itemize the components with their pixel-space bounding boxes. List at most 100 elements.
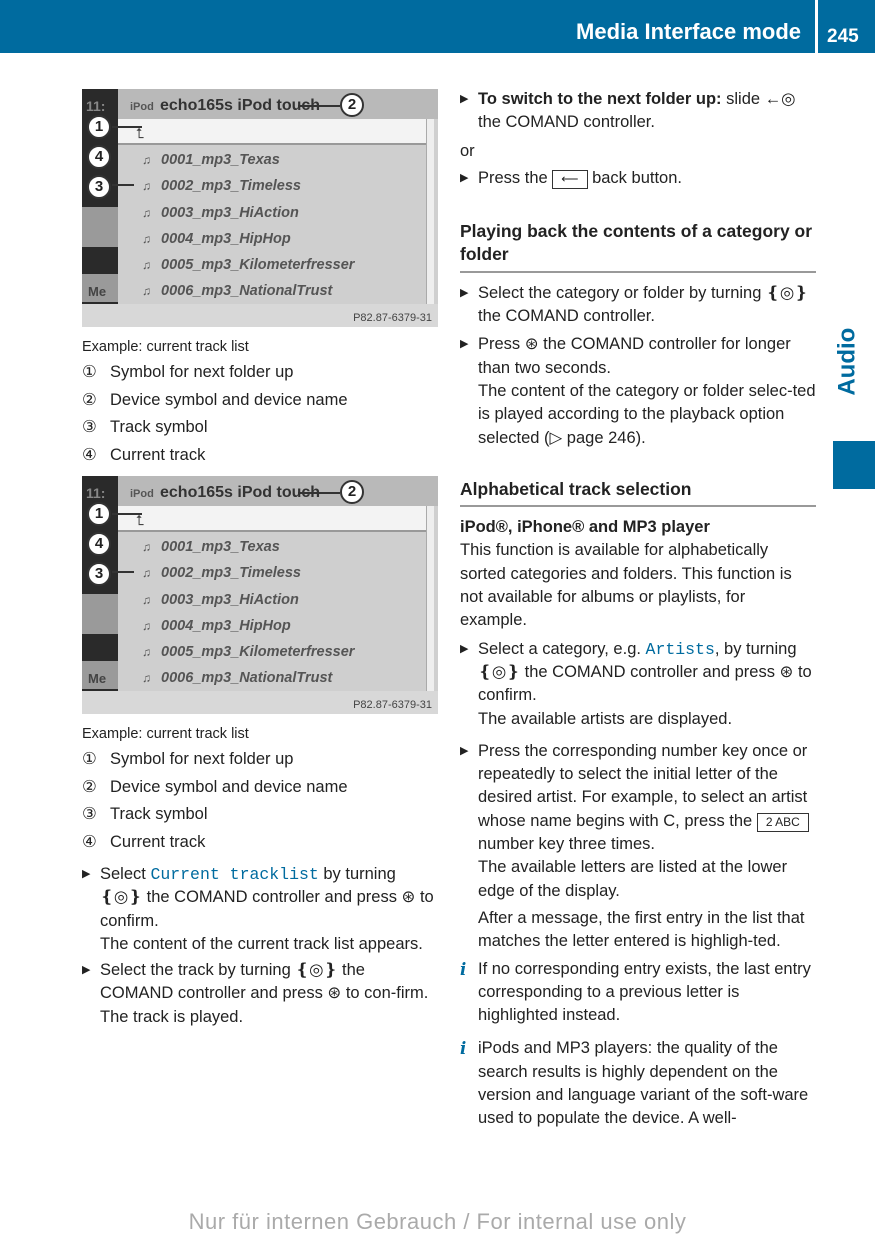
track-item: ♫ 0003_mp3_HiAction — [118, 199, 426, 225]
legend-item: ① Symbol for next folder up — [82, 748, 438, 776]
info-icon: i — [460, 1039, 467, 1059]
figure-element: 0005_mp3_Kilometerfresser — [161, 644, 355, 661]
back-key-icon: ⟵ — [552, 169, 588, 189]
figure-element: 0002_mp3_Timeless — [161, 565, 302, 582]
track-item: ♫ 0006_mp3_NationalTrust — [118, 664, 426, 690]
number-key-2-icon: 2 ABC — [756, 812, 809, 832]
step-back-button: Press the ⟵ back button. — [460, 167, 816, 191]
device-name: iPod echo165s iPod touch — [118, 476, 438, 506]
music-note-icon: ♫ — [142, 231, 151, 246]
figure-element: ② — [82, 390, 97, 409]
figure-element: Device symbol and device name — [110, 390, 348, 409]
heading-playing-back: Playing back the contents of a category … — [460, 220, 816, 273]
figure-element: 0001_mp3_Texas — [161, 152, 280, 168]
scrollbar — [426, 506, 434, 691]
callout-4: 4 — [87, 145, 111, 169]
figure-element: ③ — [82, 418, 97, 437]
folder-up-symbol: ⮤ — [118, 119, 426, 145]
info-note-1: i If no corresponding entry exists, the l… — [460, 959, 811, 1025]
figure-element: ② — [82, 777, 97, 796]
scrollbar — [426, 119, 434, 304]
figure-element: ♫ 0001_mp3_Texas ♫ 0002_mp3_Timeless ♫ 0003_m… — [118, 533, 426, 691]
music-note-icon: ♫ — [142, 566, 151, 581]
figure-element — [82, 594, 118, 634]
figure-element — [112, 184, 134, 186]
music-note-icon: ♫ — [142, 645, 151, 660]
music-note-icon: ♫ — [142, 284, 151, 299]
callout-3: 3 — [87, 562, 111, 586]
figure-element: Me — [82, 274, 118, 302]
track-item: ♫ 0002_mp3_Timeless — [118, 172, 426, 198]
page-header: Media Interface mode 245 — [0, 0, 875, 53]
figure-element — [298, 105, 340, 107]
figure-element: echo165s iPod touch — [160, 97, 321, 114]
figure-caption: Example: current track list — [82, 339, 249, 355]
figure-element: Track symbol — [110, 805, 208, 824]
legend-item: ③ Track symbol — [82, 803, 438, 831]
step-folder-up: To switch to the next folder up: slide ←… — [460, 88, 816, 135]
step-press-long: Press ⊛ the COMAND controller for longer… — [460, 333, 816, 449]
callout-4: 4 — [87, 532, 111, 556]
figure-element: ① Symbol for next folder up ② Device symbol… — [82, 361, 438, 471]
folder-up-symbol: ⮤ — [118, 506, 426, 532]
figure-element: 11: — [86, 485, 106, 501]
figure-element: Symbol for next folder up — [110, 363, 294, 382]
device-name: iPod echo165s iPod touch — [118, 89, 438, 119]
intro-paragraph: This function is available for alphabeti… — [460, 541, 792, 630]
figure-caption: Example: current track list — [82, 726, 249, 742]
watermark: Nur für internen Gebrauch / For internal… — [188, 1209, 687, 1234]
callout-2: 2 — [340, 480, 364, 504]
music-note-icon: ♫ — [142, 592, 151, 607]
figure-element: ④ — [82, 833, 97, 852]
figure-element — [112, 571, 134, 573]
info-icon: i — [460, 959, 467, 979]
figure-element: 0003_mp3_HiAction — [161, 591, 299, 608]
figure-element: 0006_mp3_NationalTrust — [161, 670, 333, 687]
chapter-marker — [833, 441, 875, 489]
figure-element: 0006_mp3_NationalTrust — [161, 283, 333, 300]
legend-item: ④ Current track — [82, 831, 438, 859]
figure-element: ① — [82, 363, 97, 382]
figure-caption-block: Example: current track list ① Symbol for … — [82, 723, 438, 859]
figure-element: 0002_mp3_Timeless — [161, 178, 302, 195]
track-item: ♫ 0005_mp3_Kilometerfresser — [118, 251, 426, 277]
figure-element: 0005_mp3_Kilometerfresser — [161, 257, 355, 274]
figure-element: 11: — [86, 98, 106, 114]
figure-element — [82, 207, 118, 247]
music-note-icon: ♫ — [142, 618, 151, 633]
track-list-screenshot: 11: Me iPod echo165s iPod touch ⮤ ♫ 0001_mp… — [82, 476, 438, 714]
music-note-icon: ♫ — [142, 153, 151, 167]
header-divider — [815, 0, 818, 53]
step-select-category: Select the category or folder by turning… — [460, 282, 816, 329]
legend-item: ④ Current track — [82, 444, 438, 472]
music-note-icon: ♫ — [142, 205, 151, 220]
legend-item: ② Device symbol and device name — [82, 776, 438, 804]
track-item: ♫ 0001_mp3_Texas — [118, 146, 426, 172]
music-note-icon: ♫ — [142, 540, 151, 554]
figure-element: 0004_mp3_HipHop — [161, 617, 291, 634]
figure-element: Symbol for next folder up — [110, 750, 294, 769]
chapter-tab-label: Audio — [833, 327, 861, 396]
figure-element: Track symbol — [110, 418, 208, 437]
heading-alphabetical: Alphabetical track selection — [460, 478, 816, 508]
track-item: ♫ 0006_mp3_NationalTrust — [118, 277, 426, 303]
callout-2: 2 — [340, 93, 364, 117]
figure-element: Device symbol and device name — [110, 777, 348, 796]
figure-caption-block: Example: current track list ① Symbol for … — [82, 336, 438, 472]
figure-element: ① — [82, 750, 97, 769]
music-note-icon: ♫ — [142, 671, 151, 686]
menu-item-current-tracklist: Current tracklist — [150, 865, 319, 884]
track-item: ♫ 0002_mp3_Timeless — [118, 559, 426, 585]
figure-element — [112, 126, 142, 128]
ipod-icon: iPod — [130, 101, 154, 113]
figure-code: P82.87-6379-31 — [82, 691, 438, 714]
subheading-players: iPod®, iPhone® and MP3 player — [460, 518, 710, 537]
legend-item: ③ Track symbol — [82, 416, 438, 444]
figure-element: Current track — [110, 446, 206, 465]
figure-element: ③ — [82, 805, 97, 824]
page-number: 245 — [827, 26, 859, 47]
or-text: or — [460, 141, 475, 160]
music-note-icon: ♫ — [142, 258, 151, 273]
menu-item-artists: Artists — [645, 639, 715, 659]
music-note-icon: ♫ — [142, 179, 151, 194]
